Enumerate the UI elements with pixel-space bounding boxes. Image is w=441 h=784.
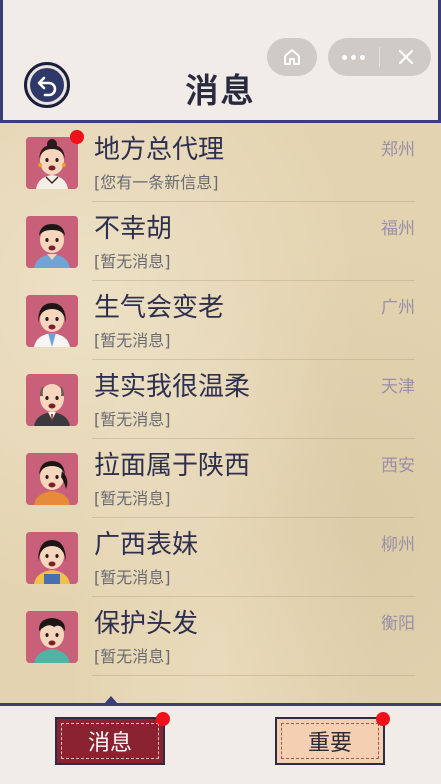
active-tab-caret [104,696,118,704]
contact-row[interactable]: 其实我很温柔 [暂无消息] 天津 [0,360,441,439]
row-divider [92,675,415,676]
man-glasses-avatar [26,216,78,268]
tab-badge [376,712,390,726]
header-bar: 消息 [0,0,441,123]
woman-orange-avatar [26,453,78,505]
tab-important[interactable]: 重要 [275,712,390,765]
contact-row[interactable]: 保护头发 [暂无消息] 衡阳 [0,597,441,676]
woman-bun-avatar [26,137,78,189]
contact-city: 天津 [381,377,415,397]
tab-label: 重要 [307,731,352,756]
close-button[interactable] [380,38,431,76]
contact-message: [暂无消息] [94,410,171,429]
contact-name: 其实我很温柔 [94,372,251,402]
contact-message: [暂无消息] [94,647,171,666]
contact-city: 郑州 [381,140,415,160]
contact-name: 拉面属于陕西 [94,451,251,481]
contact-city: 广州 [381,298,415,318]
contact-city: 西安 [381,456,415,476]
home-capsule-button[interactable] [267,38,317,76]
contact-city: 衡阳 [381,614,415,634]
more-dots-icon [342,54,365,60]
contact-name: 生气会变老 [94,293,225,323]
close-icon [398,49,413,65]
tab-messages[interactable]: 消息 [55,712,170,765]
contact-row[interactable]: 生气会变老 [暂无消息] 广州 [0,281,441,360]
contact-city: 柳州 [381,535,415,555]
contact-name: 广西表妹 [94,530,199,560]
tab-bar: 消息 重要 [0,696,441,784]
contact-city: 福州 [381,219,415,239]
mini-program-capsule [328,38,431,76]
tab-badge [156,712,170,726]
contact-name: 保护头发 [94,609,199,639]
contact-list: 地方总代理 [您有一条新信息] 郑州 不幸胡 [暂无消息] 福州 生气会变老 [… [0,123,441,703]
contact-message: [暂无消息] [94,252,171,271]
contact-row[interactable]: 拉面属于陕西 [暂无消息] 西安 [0,439,441,518]
girl-overalls-avatar [26,532,78,584]
unread-badge [70,130,84,144]
tab-label: 消息 [87,731,132,756]
home-icon [284,49,300,65]
contact-message: [您有一条新信息] [94,173,219,192]
contact-message: [暂无消息] [94,568,171,587]
contact-row[interactable]: 广西表妹 [暂无消息] 柳州 [0,518,441,597]
contact-message: [暂无消息] [94,331,171,350]
contact-row[interactable]: 地方总代理 [您有一条新信息] 郑州 [0,123,441,202]
messages-screen: 消息 地方总代理 [您有一条新信息] 郑州 不幸胡 [暂无消息] 福州 生气会变… [0,0,441,784]
tabbar-divider [0,703,441,706]
contact-message: [暂无消息] [94,489,171,508]
woman-doctor-avatar [26,295,78,347]
contact-name: 地方总代理 [94,135,225,165]
bald-man-suit-avatar [26,374,78,426]
contact-name: 不幸胡 [94,214,173,244]
more-button[interactable] [328,38,379,76]
contact-row[interactable]: 不幸胡 [暂无消息] 福州 [0,202,441,281]
man-teal-shirt-avatar [26,611,78,663]
